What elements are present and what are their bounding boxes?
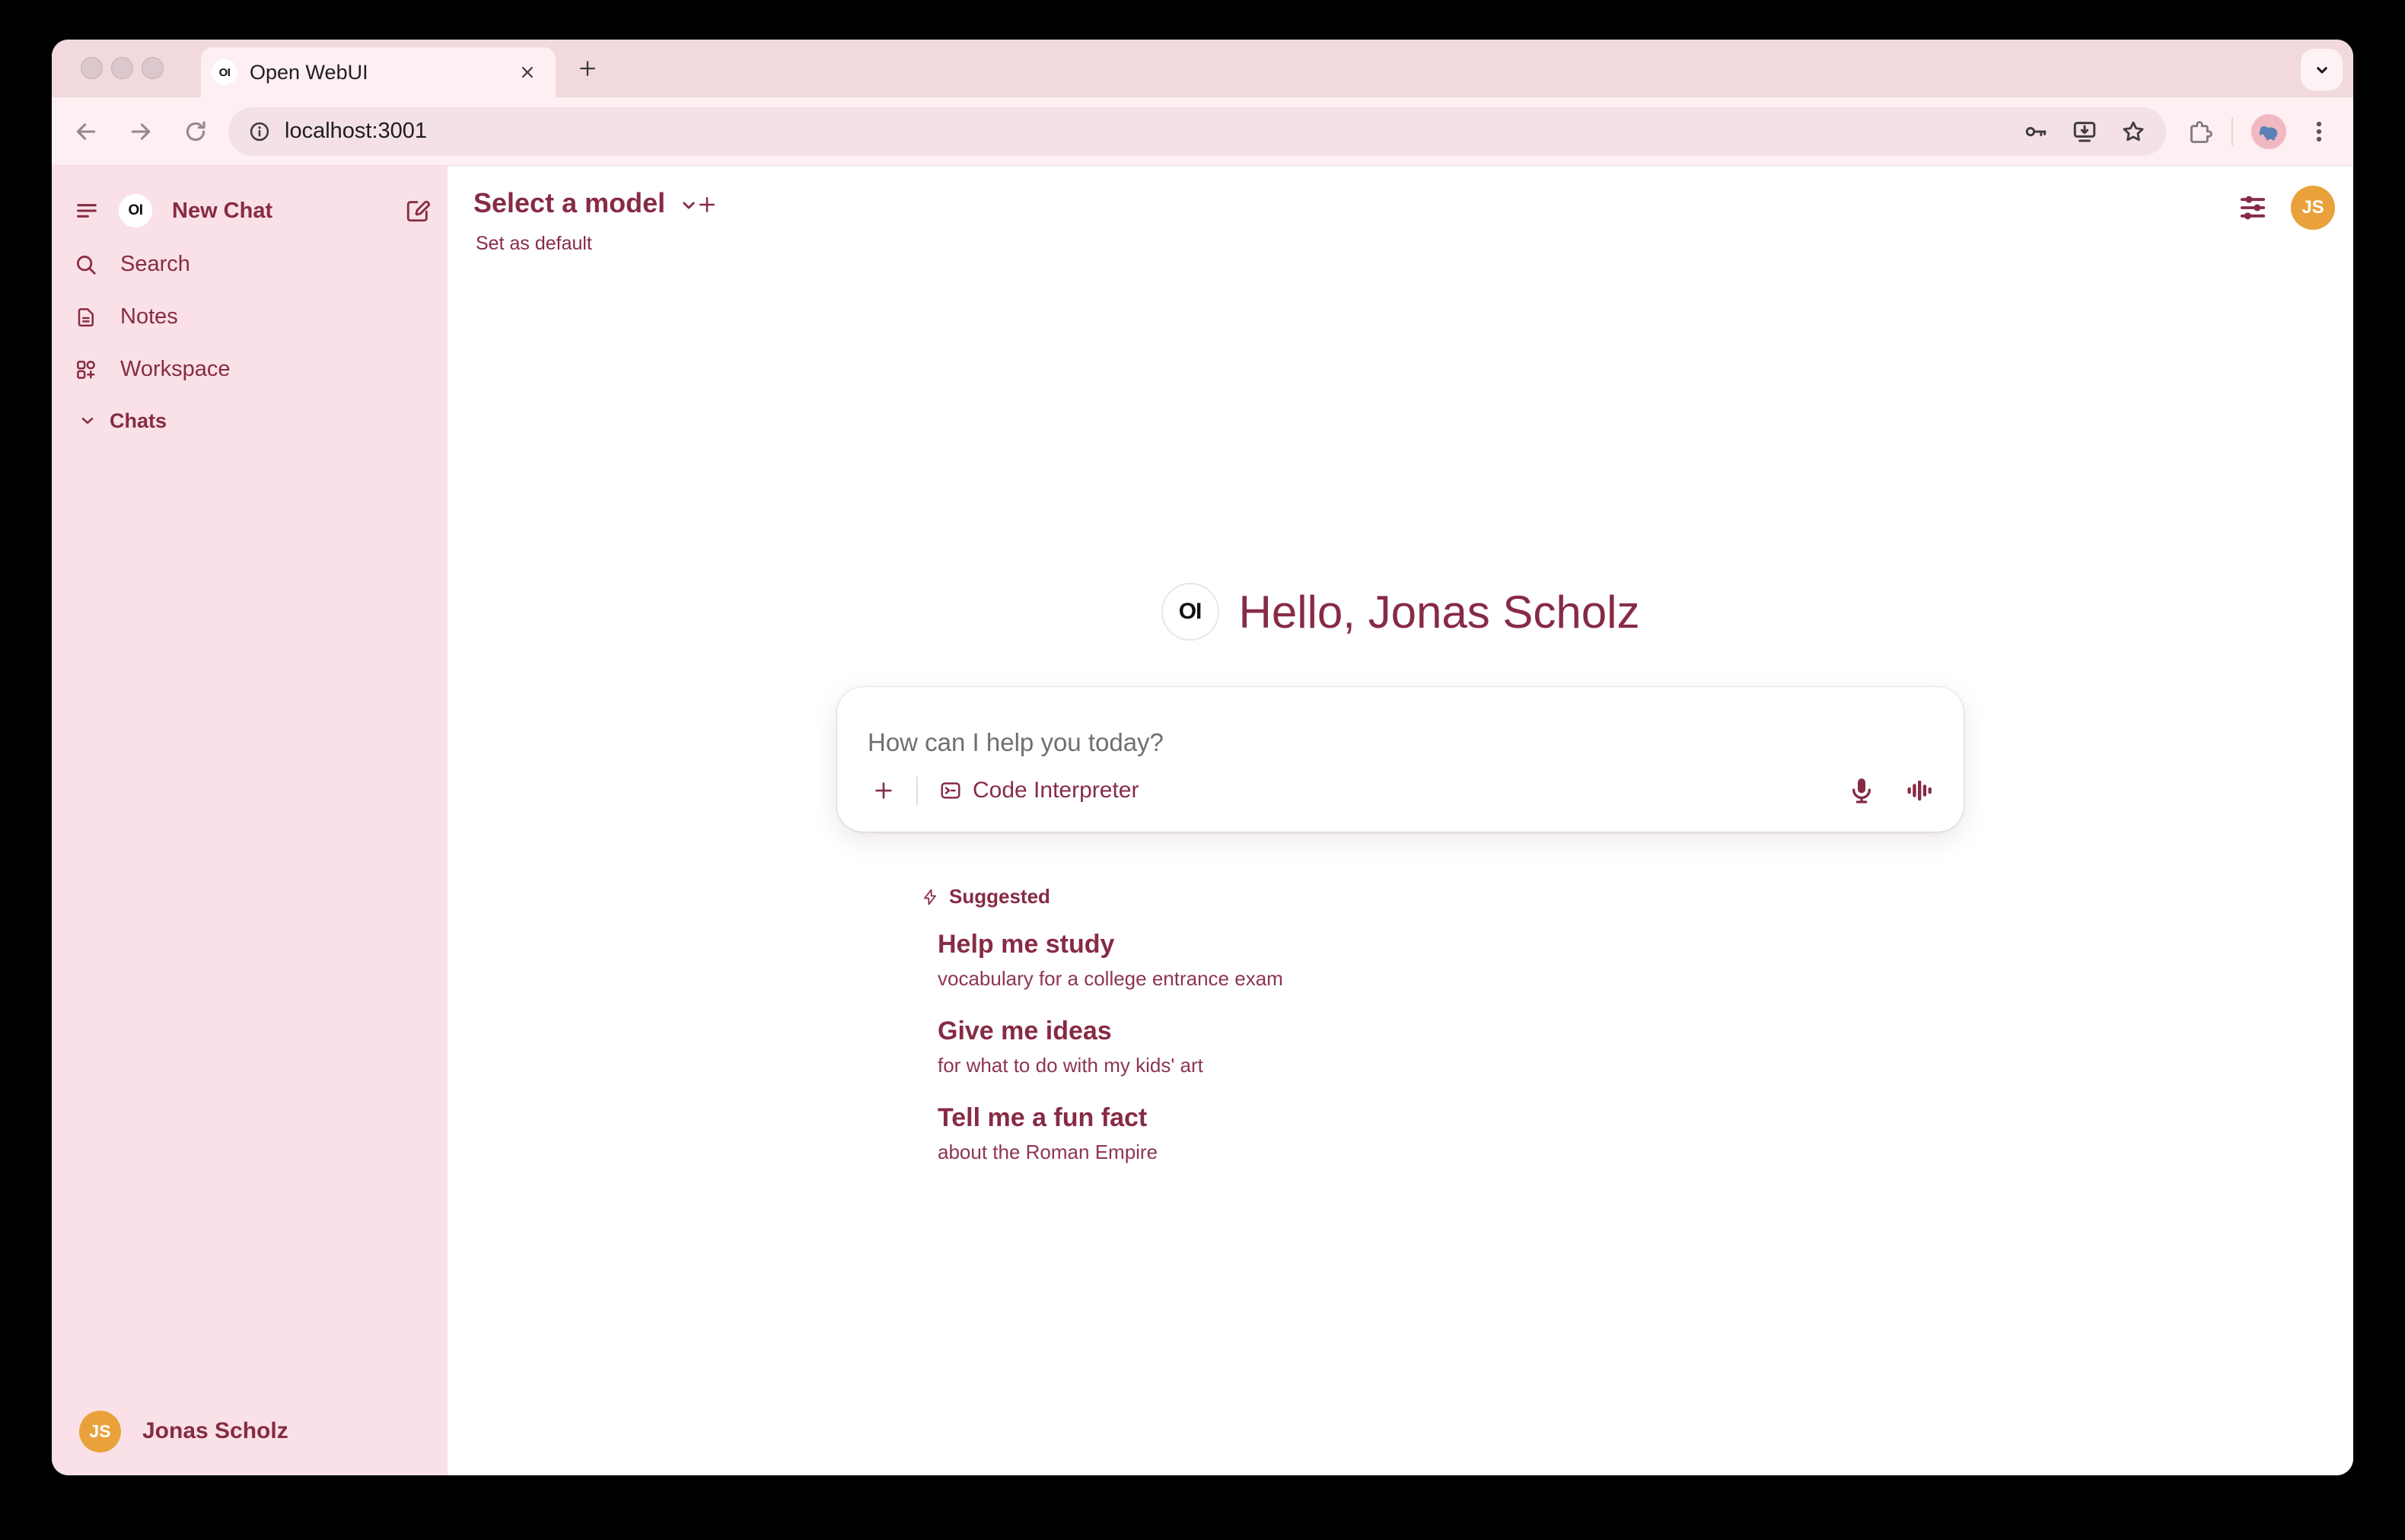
chevron-down-icon [2311, 59, 2333, 81]
new-chat-label[interactable]: New Chat [172, 199, 272, 224]
user-avatar: JS [79, 1411, 121, 1452]
message-input[interactable] [868, 714, 1933, 771]
greeting-text: Hello, Jonas Scholz [1239, 586, 1640, 638]
browser-profile-avatar[interactable] [2251, 114, 2286, 149]
user-profile-button[interactable]: JS Jonas Scholz [52, 1407, 448, 1475]
header-user-avatar[interactable]: JS [2291, 186, 2335, 230]
input-actions-row: Code Interpreter [868, 771, 1933, 810]
suggestion-subtitle: for what to do with my kids' art [938, 1053, 1964, 1077]
browser-menu-icon[interactable] [2306, 119, 2332, 145]
suggested-section: Suggested Help me study vocabulary for a… [837, 885, 1964, 1188]
sidebar-header: OI New Chat [75, 183, 431, 238]
sidebar-item-label: Notes [120, 304, 178, 329]
close-window-button[interactable] [81, 57, 103, 79]
url-text[interactable]: localhost:3001 [285, 119, 2000, 144]
sidebar-item-workspace[interactable]: Workspace [52, 343, 448, 396]
install-app-icon[interactable] [2072, 119, 2098, 145]
user-name: Jonas Scholz [142, 1418, 288, 1444]
lightning-bolt-icon [921, 888, 939, 906]
sidebar-item-label: Workspace [120, 357, 231, 382]
tab-favicon: OI [212, 59, 237, 85]
new-tab-button[interactable] [577, 58, 598, 79]
elephant-avatar-icon [2256, 119, 2282, 145]
add-model-button[interactable] [696, 193, 718, 216]
suggestion-item[interactable]: Give me ideas for what to do with my kid… [938, 1015, 1964, 1077]
minimize-window-button[interactable] [111, 57, 133, 79]
microphone-icon[interactable] [1846, 775, 1877, 806]
search-icon [75, 253, 97, 276]
workspace-grid-icon [75, 358, 97, 381]
tab-close-icon[interactable] [516, 61, 539, 84]
chats-section-toggle[interactable]: Chats [52, 396, 448, 446]
sidebar-item-label: Search [120, 252, 190, 277]
suggestion-item[interactable]: Help me study vocabulary for a college e… [938, 928, 1964, 991]
suggested-label: Suggested [949, 885, 1050, 908]
bookmark-star-icon[interactable] [2120, 119, 2146, 145]
suggestion-item[interactable]: Tell me a fun fact about the Roman Empir… [938, 1102, 1964, 1164]
terminal-icon [939, 779, 962, 802]
tab-search-button[interactable] [2301, 49, 2343, 91]
code-interpreter-label: Code Interpreter [973, 778, 1139, 803]
back-button[interactable] [73, 119, 99, 145]
model-selector-label: Select a model [473, 187, 665, 219]
browser-tab[interactable]: OI Open WebUI [201, 47, 556, 97]
suggestion-title: Help me study [938, 928, 1964, 960]
browser-toolbar: localhost:3001 [52, 97, 2353, 166]
suggested-list: Help me study vocabulary for a college e… [921, 928, 1964, 1164]
main-header-right: JS [2238, 186, 2335, 230]
main-area: Select a model Set as default JS OI Hell… [448, 166, 2353, 1475]
suggestion-title: Tell me a fun fact [938, 1102, 1964, 1134]
voice-mode-waveform-icon[interactable] [1904, 777, 1932, 804]
divider [916, 776, 918, 805]
chats-section-label: Chats [110, 409, 167, 433]
chevron-down-icon [78, 411, 97, 431]
browser-window: OI Open WebUI localhost:3001 [52, 40, 2353, 1475]
code-interpreter-toggle[interactable]: Code Interpreter [939, 778, 1139, 803]
toolbar-divider [2231, 118, 2233, 145]
app-logo: OI [1161, 583, 1219, 641]
sidebar-spacer [52, 446, 448, 1407]
sidebar: OI New Chat Search Notes [52, 166, 448, 1475]
new-chat-edit-icon[interactable] [405, 198, 431, 224]
greeting-row: OI Hello, Jonas Scholz [837, 583, 1964, 641]
app-logo: OI [119, 194, 152, 228]
suggested-header: Suggested [921, 885, 1964, 908]
suggestion-title: Give me ideas [938, 1015, 1964, 1047]
zoom-window-button[interactable] [142, 57, 164, 79]
set-default-button[interactable]: Set as default [476, 233, 592, 255]
site-info-icon[interactable] [248, 120, 271, 143]
tab-strip: OI Open WebUI [52, 40, 2353, 97]
sidebar-toggle-icon[interactable] [75, 199, 99, 223]
hero-section: OI Hello, Jonas Scholz [837, 583, 1964, 1188]
notes-document-icon [75, 306, 97, 329]
reload-button[interactable] [183, 119, 209, 145]
suggestion-subtitle: about the Roman Empire [938, 1140, 1964, 1164]
model-selector-button[interactable]: Select a model [473, 187, 700, 219]
extensions-puzzle-icon[interactable] [2186, 118, 2213, 145]
message-input-card: Code Interpreter [837, 687, 1964, 832]
url-bar[interactable]: localhost:3001 [228, 107, 2166, 156]
sidebar-item-notes[interactable]: Notes [52, 291, 448, 343]
page-content: OI New Chat Search Notes [52, 166, 2353, 1475]
sidebar-item-search[interactable]: Search [52, 238, 448, 291]
attach-plus-icon[interactable] [872, 779, 895, 802]
suggestion-subtitle: vocabulary for a college entrance exam [938, 966, 1964, 991]
passwords-key-icon[interactable] [2023, 119, 2049, 145]
window-controls [81, 57, 164, 79]
chat-controls-icon[interactable] [2238, 192, 2268, 223]
tab-title: Open WebUI [250, 61, 516, 84]
forward-button[interactable] [128, 119, 154, 145]
